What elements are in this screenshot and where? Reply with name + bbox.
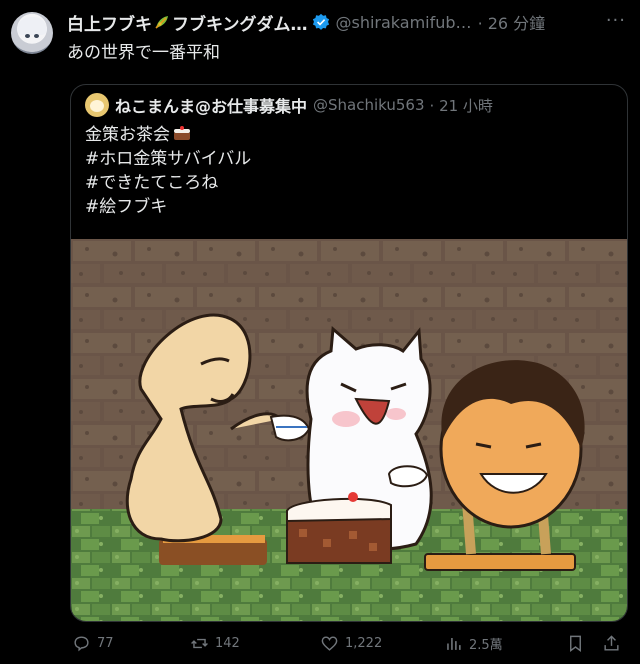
quoted-header: ねこまんま@お仕事募集中 @Shachiku563 · 21 小時 [85, 93, 493, 117]
illustration-image[interactable] [71, 239, 627, 621]
retweet-icon [191, 638, 208, 648]
views-count: 2.5萬 [469, 637, 503, 653]
share-icon [604, 634, 619, 651]
like-count: 1,222 [345, 635, 383, 651]
tweet: 白上フブキ フブキングダム… @shirakamifub… · 26 分鐘 ··… [0, 0, 640, 664]
avatar-eye-right [34, 34, 39, 38]
tweet-text: あの世界で一番平和 [67, 43, 220, 63]
hashtag-holo[interactable]: #ホロ金策サバイバル [85, 147, 251, 171]
retweet-count: 142 [215, 635, 240, 651]
quoted-line-1: 金策お茶会 [85, 123, 251, 147]
quoted-text: 金策お茶会 #ホロ金策サバイバル #できたてころね #絵フブキ [85, 123, 251, 219]
reply-button[interactable]: 77 [72, 634, 114, 653]
reply-icon [74, 635, 89, 651]
author-handle[interactable]: @shirakamifub… [336, 13, 472, 32]
tweet-time[interactable]: · 26 分鐘 [478, 10, 546, 34]
author-name[interactable]: 白上フブキ [67, 10, 152, 35]
leaf-emoji-icon [155, 16, 168, 29]
cake [286, 492, 392, 564]
avatar-eye-left [25, 34, 30, 38]
author-name-suffix[interactable]: フブキングダム… [172, 10, 308, 35]
verified-badge-icon [312, 13, 329, 30]
views-button[interactable]: 2.5萬 [444, 634, 503, 653]
quoted-avatar [85, 93, 109, 117]
action-bar: 77 142 1,222 2.5萬 [70, 630, 626, 656]
share-button[interactable] [602, 634, 627, 653]
heart-icon [321, 635, 338, 651]
retweet-button[interactable]: 142 [190, 634, 240, 653]
tea-cake-emoji-icon [174, 126, 190, 140]
views-chart-icon [447, 637, 461, 650]
bookmark-icon [570, 635, 581, 652]
hashtag-art-fubuki[interactable]: #絵フブキ [85, 195, 251, 219]
author-avatar[interactable] [11, 12, 53, 54]
hashtag-korone[interactable]: #できたてころね [85, 171, 251, 195]
reply-count: 77 [97, 635, 114, 651]
avatar-hair [17, 17, 47, 35]
quoted-tweet[interactable]: ねこまんま@お仕事募集中 @Shachiku563 · 21 小時 金策お茶会 … [70, 84, 628, 622]
tweet-header: 白上フブキ フブキングダム… @shirakamifub… · 26 分鐘 [67, 10, 626, 35]
like-button[interactable]: 1,222 [320, 634, 382, 653]
quoted-author-handle: @Shachiku563 [313, 96, 425, 114]
more-options-button[interactable]: ··· [606, 10, 626, 31]
quoted-author-name: ねこまんま@お仕事募集中 [115, 97, 308, 116]
quoted-time: · 21 小時 [429, 96, 493, 115]
bookmark-button[interactable] [566, 634, 591, 653]
